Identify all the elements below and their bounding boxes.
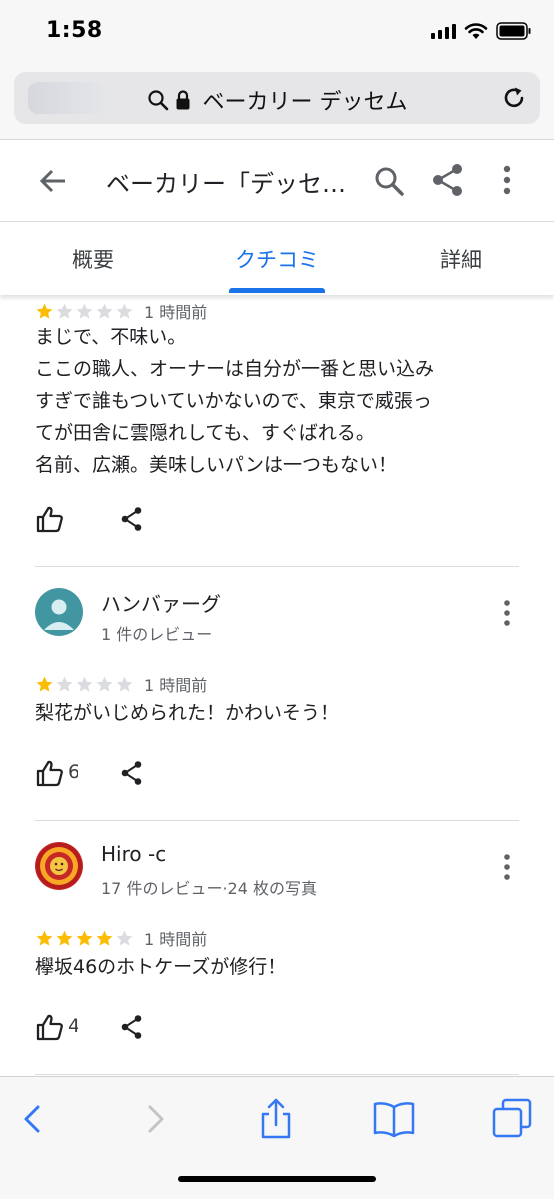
star-filled-icon bbox=[76, 930, 93, 946]
tab-bar: 概要 クチコミ 詳細 bbox=[0, 222, 554, 295]
wifi-icon bbox=[464, 23, 488, 39]
star-empty-icon bbox=[76, 676, 93, 692]
more-vert-icon[interactable] bbox=[496, 852, 518, 882]
place-title: ベーカリー「デッセ… bbox=[106, 170, 346, 198]
search-icon[interactable] bbox=[372, 164, 406, 198]
reviewer-meta: 1 件のレビュー bbox=[101, 625, 213, 644]
thumbs-up-icon[interactable] bbox=[36, 1013, 64, 1041]
like-count: 4 bbox=[68, 1015, 78, 1037]
reviews-list[interactable]: 1 時間前 まじで、不味い。 ここの職人、オーナーは自分が一番と思い込み すぎで… bbox=[0, 295, 554, 1076]
back-icon[interactable] bbox=[10, 1097, 54, 1141]
review-text: 梨花がいじめられた！かわいそう！ bbox=[35, 697, 339, 729]
tab-reviews[interactable]: クチコミ bbox=[235, 244, 319, 274]
review-text: まじで、不味い。 ここの職人、オーナーは自分が一番と思い込み すぎで誰もついてい… bbox=[35, 321, 434, 481]
bookmarks-icon[interactable] bbox=[372, 1097, 416, 1141]
review-time: 1 時間前 bbox=[144, 303, 208, 322]
tab-details[interactable]: 詳細 bbox=[440, 244, 482, 274]
star-filled-icon bbox=[36, 676, 53, 692]
review-text-line: 欅坂46のホトケーズが修行！ bbox=[35, 956, 287, 978]
review-text-line: 梨花がいじめられた！かわいそう！ bbox=[35, 702, 340, 724]
star-empty-icon bbox=[96, 303, 113, 319]
active-tab-indicator bbox=[229, 288, 325, 293]
share-icon[interactable] bbox=[120, 760, 144, 786]
more-vert-icon[interactable] bbox=[496, 598, 518, 628]
like-count: 6 bbox=[68, 761, 78, 783]
star-rating bbox=[35, 302, 134, 321]
star-empty-icon bbox=[116, 930, 133, 946]
star-filled-icon bbox=[56, 930, 73, 946]
divider bbox=[35, 820, 519, 821]
status-time: 1:58 bbox=[46, 18, 103, 43]
home-indicator bbox=[178, 1176, 376, 1182]
status-icons bbox=[431, 22, 532, 40]
url-text: ベーカリー デッセム bbox=[202, 90, 408, 115]
search-icon bbox=[147, 90, 168, 111]
thumbs-up-icon[interactable] bbox=[36, 759, 64, 787]
review-rating-row: 1 時間前 bbox=[35, 299, 207, 323]
cellular-signal-icon bbox=[431, 23, 456, 39]
lock-icon bbox=[176, 90, 189, 110]
review-text-line: 名前、広瀬。美味しいパンは一つもない！ bbox=[35, 454, 397, 476]
star-filled-icon bbox=[36, 930, 53, 946]
review-rating-row: 1 時間前 bbox=[35, 672, 207, 696]
review-text-line: すぎで誰もついていかないので、東京で威張っ bbox=[35, 390, 432, 412]
url-field[interactable]: ベーカリー デッセム bbox=[14, 72, 540, 124]
review-text-line: てが田舎に雲隠れしても、すぐばれる。 bbox=[35, 422, 375, 444]
person-icon bbox=[44, 599, 74, 630]
browser-address-bar: ベーカリー デッセム bbox=[0, 64, 554, 140]
share-icon[interactable] bbox=[120, 506, 144, 532]
reviewer-name[interactable]: ハンバァーグ bbox=[101, 588, 221, 617]
star-empty-icon bbox=[116, 676, 133, 692]
star-empty-icon bbox=[56, 676, 73, 692]
back-arrow-icon[interactable] bbox=[36, 164, 70, 198]
thumbs-up-icon[interactable] bbox=[36, 505, 64, 533]
review-text-line: まじで、不味い。 bbox=[35, 326, 187, 348]
tabs-icon[interactable] bbox=[490, 1097, 534, 1141]
forward-icon[interactable] bbox=[134, 1097, 178, 1141]
avatar[interactable] bbox=[35, 588, 83, 636]
share-icon[interactable] bbox=[254, 1097, 298, 1141]
avatar[interactable] bbox=[35, 842, 83, 890]
star-empty-icon bbox=[96, 676, 113, 692]
app-header: ベーカリー「デッセ… bbox=[0, 140, 554, 222]
star-rating bbox=[35, 675, 134, 694]
reload-icon[interactable] bbox=[500, 84, 528, 112]
star-rating bbox=[35, 929, 134, 948]
more-vert-icon[interactable] bbox=[492, 162, 522, 198]
tab-overview[interactable]: 概要 bbox=[72, 244, 114, 274]
status-bar: 1:58 bbox=[0, 0, 554, 64]
divider bbox=[35, 1074, 519, 1075]
review-text-line: ここの職人、オーナーは自分が一番と思い込み bbox=[35, 358, 435, 380]
lion-emblem-icon bbox=[36, 843, 82, 889]
share-icon[interactable] bbox=[120, 1014, 144, 1040]
battery-icon bbox=[496, 22, 531, 40]
review-text: 欅坂46のホトケーズが修行！ bbox=[35, 951, 286, 983]
url-display[interactable]: ベーカリー デッセム bbox=[14, 84, 540, 116]
review-time: 1 時間前 bbox=[144, 930, 208, 949]
review-rating-row: 1 時間前 bbox=[35, 926, 207, 950]
star-filled-icon bbox=[96, 930, 113, 946]
star-empty-icon bbox=[56, 303, 73, 319]
star-filled-icon bbox=[36, 303, 53, 319]
star-empty-icon bbox=[116, 303, 133, 319]
reviewer-name[interactable]: Hiro -c bbox=[101, 842, 166, 866]
share-icon[interactable] bbox=[430, 162, 466, 198]
star-empty-icon bbox=[76, 303, 93, 319]
divider bbox=[35, 566, 519, 567]
review-time: 1 時間前 bbox=[144, 676, 208, 695]
reviewer-meta: 17 件のレビュー·24 枚の写真 bbox=[101, 879, 317, 898]
